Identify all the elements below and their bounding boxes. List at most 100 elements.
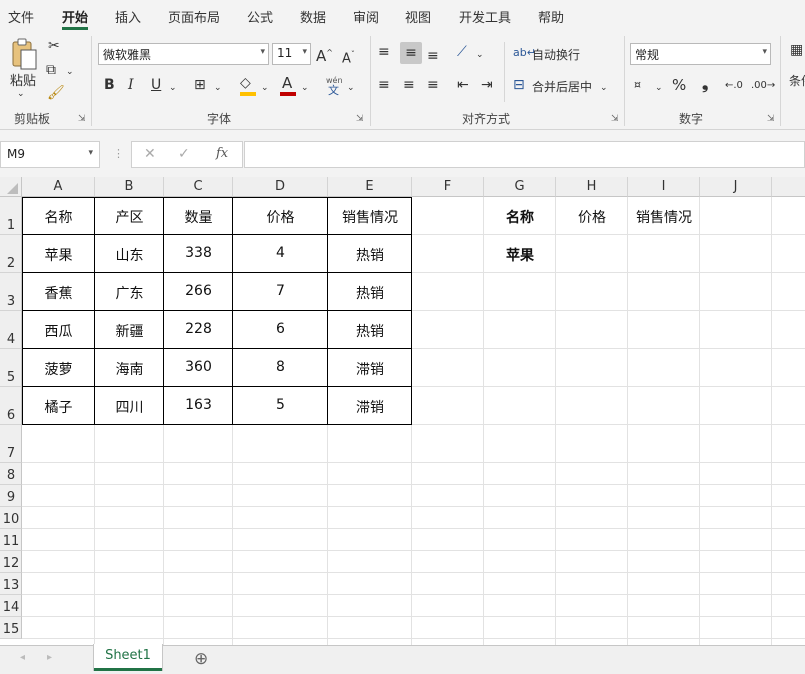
add-sheet-button[interactable]: ⊕ (194, 649, 208, 669)
pinyin-icon[interactable]: 文 (328, 83, 339, 99)
table-cell[interactable]: 苹果 (22, 245, 95, 265)
table-cell[interactable]: 西瓜 (22, 321, 95, 341)
column-header-d[interactable]: D (233, 177, 328, 197)
cancel-icon[interactable]: ✕ (144, 146, 156, 162)
spreadsheet-grid[interactable]: A B C D E F G H I J 1 2 3 4 5 6 7 8 9 10… (0, 177, 805, 645)
row-header-11[interactable]: 11 (0, 529, 22, 551)
table-header-cell[interactable]: 价格 (233, 207, 328, 227)
paste-dropdown-icon[interactable]: ⌄ (17, 86, 25, 102)
font-launcher-icon[interactable]: ⇲ (356, 114, 364, 124)
column-header-f[interactable]: F (412, 177, 484, 197)
increase-indent-icon[interactable]: ⇥ (481, 77, 493, 93)
copy-dropdown-icon[interactable]: ⌄ (66, 64, 74, 80)
row-header-5[interactable]: 5 (0, 349, 22, 387)
row-header-9[interactable]: 9 (0, 485, 22, 507)
formula-input[interactable] (244, 141, 805, 168)
lookup-value-name[interactable]: 苹果 (484, 245, 556, 265)
increase-decimal-icon[interactable]: ←.0 (725, 78, 743, 94)
lookup-header-sales[interactable]: 销售情况 (628, 207, 700, 227)
row-header-3[interactable]: 3 (0, 273, 22, 311)
alignment-launcher-icon[interactable]: ⇲ (611, 114, 619, 124)
currency-icon[interactable]: ¤ (634, 77, 641, 93)
align-right-icon[interactable]: ≡ (427, 77, 439, 93)
table-header-cell[interactable]: 产区 (95, 207, 164, 227)
table-header-cell[interactable]: 数量 (164, 207, 233, 227)
number-format-combo[interactable]: 常规 ▾ (630, 43, 771, 65)
column-header-a[interactable]: A (22, 177, 95, 197)
borders-dropdown-icon[interactable]: ⌄ (214, 80, 222, 96)
menu-insert[interactable]: 插入 (115, 7, 141, 26)
menu-help[interactable]: 帮助 (538, 7, 564, 26)
table-cell[interactable]: 山东 (95, 245, 164, 265)
paste-button[interactable] (10, 38, 38, 72)
table-cell[interactable]: 新疆 (95, 321, 164, 341)
table-cell[interactable]: 滞销 (328, 397, 412, 417)
name-box[interactable]: M9 ▾ (0, 141, 100, 168)
sheet-tab-sheet1[interactable]: Sheet1 (94, 644, 162, 671)
row-header-4[interactable]: 4 (0, 311, 22, 349)
column-header-g[interactable]: G (484, 177, 556, 197)
pinyin-dropdown-icon[interactable]: ⌄ (347, 80, 355, 96)
menu-page-layout[interactable]: 页面布局 (168, 7, 220, 26)
underline-button[interactable]: U (151, 77, 161, 93)
table-cell[interactable]: 广东 (95, 283, 164, 303)
table-cell[interactable]: 8 (233, 359, 328, 375)
table-cell[interactable]: 6 (233, 321, 328, 337)
menu-view[interactable]: 视图 (405, 7, 431, 26)
font-name-combo[interactable]: 微软雅黑 ▾ (98, 43, 269, 65)
copy-icon[interactable]: ⧉ (46, 62, 56, 78)
row-header-13[interactable]: 13 (0, 573, 22, 595)
row-header-8[interactable]: 8 (0, 463, 22, 485)
comma-style-button[interactable]: ❟ (702, 74, 708, 94)
format-painter-icon[interactable]: 🖌 (47, 85, 65, 101)
fill-color-icon[interactable]: ◇ (240, 75, 251, 91)
clipboard-launcher-icon[interactable]: ⇲ (78, 114, 86, 124)
italic-button[interactable]: I (128, 77, 134, 93)
percent-button[interactable]: % (672, 76, 686, 94)
row-header-1[interactable]: 1 (0, 197, 22, 235)
conditional-formatting-icon[interactable]: ▦ (790, 42, 803, 58)
align-top-icon[interactable]: ≡ (378, 44, 390, 60)
conditional-formatting-label[interactable]: 条件 (789, 72, 805, 89)
font-color-icon[interactable]: A (282, 75, 292, 91)
cut-icon[interactable]: ✂ (48, 38, 60, 54)
table-cell[interactable]: 4 (233, 245, 328, 261)
number-launcher-icon[interactable]: ⇲ (767, 114, 775, 124)
bold-button[interactable]: B (104, 77, 115, 93)
table-cell[interactable]: 菠萝 (22, 359, 95, 379)
column-header-e[interactable]: E (328, 177, 412, 197)
lookup-header-price[interactable]: 价格 (556, 207, 628, 227)
row-header-2[interactable]: 2 (0, 235, 22, 273)
table-cell[interactable]: 热销 (328, 321, 412, 341)
increase-font-icon[interactable]: A^ (316, 45, 333, 64)
merge-dropdown-icon[interactable]: ⌄ (600, 80, 608, 96)
align-center-icon[interactable]: ≡ (403, 77, 415, 93)
decrease-indent-icon[interactable]: ⇤ (457, 77, 469, 93)
align-left-icon[interactable]: ≡ (378, 77, 390, 93)
decrease-font-icon[interactable]: Aˇ (342, 47, 355, 67)
font-size-combo[interactable]: 11 ▾ (272, 43, 311, 65)
table-cell[interactable]: 四川 (95, 397, 164, 417)
column-header-k[interactable] (772, 177, 805, 197)
font-color-dropdown-icon[interactable]: ⌄ (301, 80, 309, 96)
row-header-10[interactable]: 10 (0, 507, 22, 529)
align-middle-icon[interactable]: ≡ (400, 42, 422, 64)
borders-icon[interactable]: ⊞ (194, 77, 206, 93)
table-header-cell[interactable]: 销售情况 (328, 207, 412, 227)
underline-dropdown-icon[interactable]: ⌄ (169, 80, 177, 96)
drag-handle-icon[interactable]: ⋮ (113, 147, 124, 160)
column-header-j[interactable]: J (700, 177, 772, 197)
decrease-decimal-icon[interactable]: .00→ (751, 78, 775, 94)
column-header-b[interactable]: B (95, 177, 164, 197)
table-cell[interactable]: 338 (164, 245, 233, 261)
insert-function-button[interactable]: fx (216, 146, 228, 161)
table-cell[interactable]: 5 (233, 397, 328, 413)
orientation-icon[interactable]: ⟋ (457, 44, 467, 60)
menu-home[interactable]: 开始 (62, 7, 88, 26)
column-header-i[interactable]: I (628, 177, 700, 197)
table-cell[interactable]: 360 (164, 359, 233, 375)
select-all-corner[interactable] (0, 177, 22, 197)
table-cell[interactable]: 橘子 (22, 397, 95, 417)
menu-review[interactable]: 审阅 (353, 7, 379, 26)
table-cell[interactable]: 海南 (95, 359, 164, 379)
